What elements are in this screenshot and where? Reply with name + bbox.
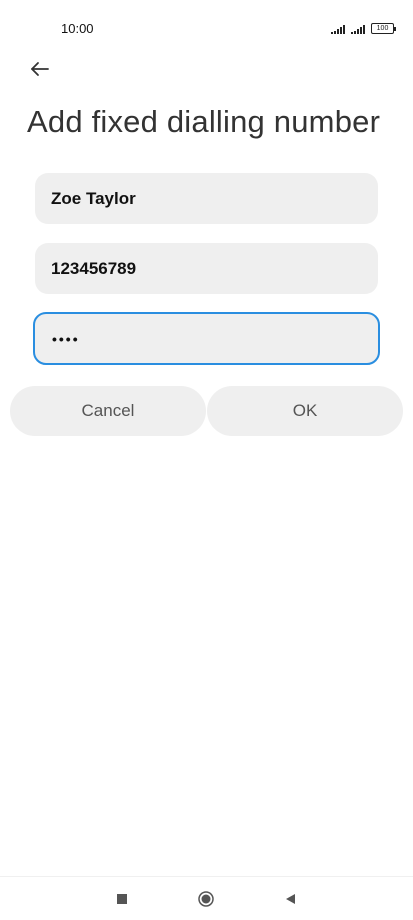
phone-number-value: 123456789 (51, 258, 137, 278)
status-time: 10:00 (61, 21, 94, 36)
back-icon (286, 894, 295, 904)
status-bar: 10:00 100 (0, 0, 413, 50)
navigation-bar (0, 876, 413, 920)
pin2-masked-value: •••• (52, 330, 80, 347)
home-button[interactable] (194, 887, 218, 911)
battery-level: 100 (376, 25, 389, 32)
nav-back-button[interactable] (279, 887, 303, 911)
cancel-button-label: Cancel (81, 401, 135, 420)
ok-button-label: OK (292, 401, 318, 420)
arrow-left-icon (31, 62, 49, 76)
name-field-value: Zoe Taylor (51, 188, 136, 208)
back-button[interactable] (27, 55, 57, 83)
pin2-field[interactable]: •••• (33, 312, 380, 365)
signal-icon (331, 25, 345, 34)
signal-icon (351, 25, 365, 34)
home-icon (198, 891, 214, 907)
ok-button[interactable]: OK (207, 386, 403, 436)
cancel-button[interactable]: Cancel (10, 386, 206, 436)
recents-icon (117, 894, 127, 904)
battery-icon: 100 (371, 23, 396, 34)
recents-button[interactable] (110, 887, 134, 911)
name-field[interactable]: Zoe Taylor (35, 173, 378, 224)
status-icons: 100 (331, 23, 396, 34)
phone-number-field[interactable]: 123456789 (35, 243, 378, 294)
page-title: Add fixed dialling number (27, 104, 381, 139)
